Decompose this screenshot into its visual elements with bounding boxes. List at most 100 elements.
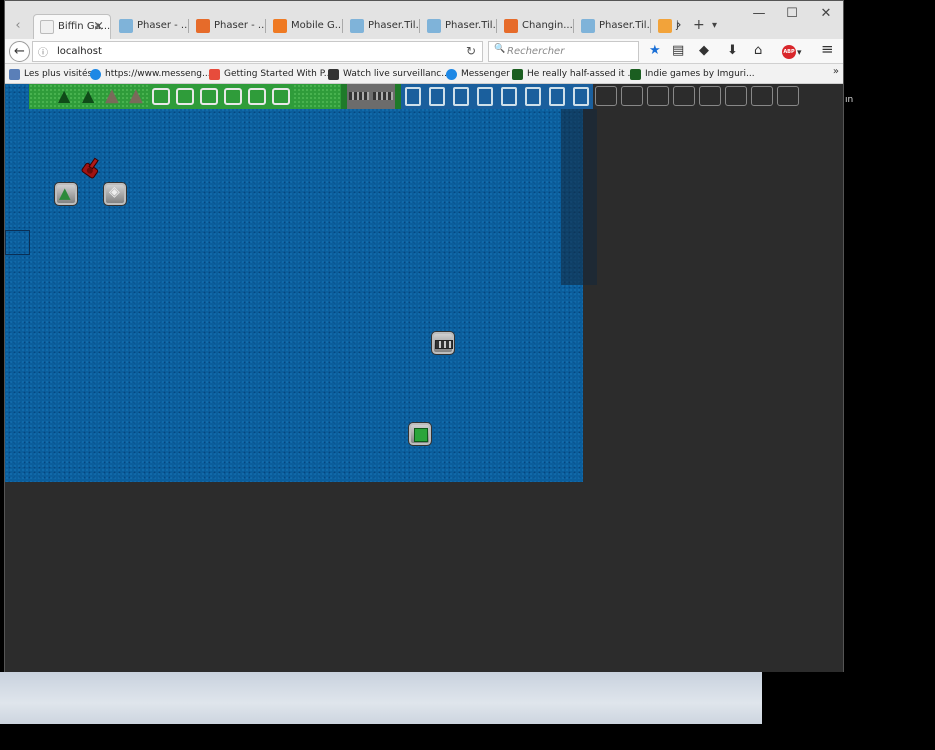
- tab-phaser-2[interactable]: Phaser - ...: [190, 14, 264, 39]
- search-input[interactable]: 🔍 Rechercher: [488, 41, 639, 62]
- tab-phaser-tilemap-1[interactable]: Phaser.Til...: [344, 14, 418, 39]
- tile-mountain[interactable]: [101, 84, 125, 109]
- tree-tool-button[interactable]: [54, 182, 78, 206]
- bookmark-most-visited[interactable]: Les plus visités: [9, 67, 92, 81]
- tile-water-road[interactable]: [497, 84, 521, 109]
- list-all-tabs-button[interactable]: ▾: [712, 20, 717, 31]
- tile-grass[interactable]: [293, 84, 317, 109]
- bookmarks-toolbar: Les plus visités https://www.messeng... …: [5, 64, 843, 84]
- reload-icon[interactable]: ↻: [466, 44, 476, 58]
- url-bar[interactable]: ⓘ localhost ↻: [32, 41, 483, 62]
- game-canvas[interactable]: [5, 84, 583, 482]
- home-icon[interactable]: ⌂: [754, 44, 762, 58]
- bookmark-label: https://www.messeng...: [105, 69, 211, 79]
- tab-separator: [419, 19, 420, 33]
- phaser-icon: [427, 19, 441, 33]
- plus-icon: [209, 69, 220, 80]
- html5-icon: [504, 19, 518, 33]
- tile-road[interactable]: [149, 84, 173, 109]
- tile-water-road[interactable]: [569, 84, 593, 109]
- tile-road[interactable]: [221, 84, 245, 109]
- tile-water-road[interactable]: [425, 84, 449, 109]
- tab-mobile-game[interactable]: Mobile G...: [267, 14, 341, 39]
- tile-outline[interactable]: [647, 86, 669, 106]
- tile-mountain[interactable]: [125, 84, 149, 109]
- page-viewport: [5, 84, 843, 672]
- bookmark-indie-games[interactable]: Indie games by Imguri...: [630, 67, 755, 81]
- adblock-menu-icon[interactable]: ▾: [797, 46, 802, 60]
- background-window-text: ın: [845, 95, 854, 105]
- tile-grass[interactable]: [317, 84, 341, 109]
- tile-tree[interactable]: [53, 84, 77, 109]
- tile-outline[interactable]: [751, 86, 773, 106]
- tab-label: Phaser.Til...: [368, 20, 418, 31]
- bookmark-star-icon[interactable]: ★: [649, 44, 661, 58]
- tab-changing[interactable]: Changin...: [498, 14, 572, 39]
- phaser-icon: [581, 19, 595, 33]
- download-icon[interactable]: ⬇: [727, 44, 738, 58]
- tile-outline[interactable]: [621, 86, 643, 106]
- tabs-scroll-right-button[interactable]: ›: [676, 17, 682, 33]
- navigation-toolbar: ← ⓘ localhost ↻ 🔍 Rechercher ★ ▤ ◆ ⬇ ⌂ A…: [5, 39, 843, 64]
- reading-list-icon[interactable]: ▤: [672, 44, 684, 58]
- imgur-icon: [630, 69, 641, 80]
- tile-bridge[interactable]: [371, 84, 395, 109]
- new-tab-button[interactable]: +: [693, 17, 705, 33]
- tab-separator: [188, 19, 189, 33]
- bridge-tool-button[interactable]: [431, 331, 455, 355]
- tile-outline[interactable]: [725, 86, 747, 106]
- tab-biffin-game[interactable]: Biffin Ga... ×: [33, 14, 111, 39]
- tab-label: Phaser.Til...: [599, 20, 649, 31]
- tank-sprite[interactable]: [79, 156, 103, 182]
- grass-tool-button[interactable]: [408, 422, 432, 446]
- tab-phaser-tilemap-3[interactable]: Phaser.Til...: [575, 14, 649, 39]
- close-window-button[interactable]: ✕: [816, 5, 836, 23]
- tab-label: Phaser - ...: [137, 20, 187, 31]
- tile-outline[interactable]: [699, 86, 721, 106]
- messenger-icon: [90, 69, 101, 80]
- tab-separator: [342, 19, 343, 33]
- tile-water-road[interactable]: [449, 84, 473, 109]
- tile-palette-outline: [591, 84, 806, 109]
- blogger-icon: [273, 19, 287, 33]
- tile-outline[interactable]: [673, 86, 695, 106]
- bookmark-surveillance[interactable]: Watch live surveillanc...: [328, 67, 450, 81]
- tab-phaser-tilemap-2[interactable]: Phaser.Til...: [421, 14, 495, 39]
- tile-tree[interactable]: [77, 84, 101, 109]
- bookmark-messenger-url[interactable]: https://www.messeng...: [90, 67, 211, 81]
- tile-selection-cursor: [5, 230, 30, 255]
- tile-road[interactable]: [197, 84, 221, 109]
- maximize-button[interactable]: ☐: [782, 5, 802, 23]
- tile-road[interactable]: [269, 84, 293, 109]
- adblock-icon[interactable]: ABP: [782, 45, 796, 59]
- camera-icon: [328, 69, 339, 80]
- tab-label: Phaser.Til...: [445, 20, 495, 31]
- pocket-icon[interactable]: ◆: [699, 44, 709, 58]
- bookmark-getting-started[interactable]: Getting Started With P...: [209, 67, 332, 81]
- tab-separator: [573, 19, 574, 33]
- tile-water-road[interactable]: [473, 84, 497, 109]
- more-bookmarks-button[interactable]: »: [833, 66, 839, 77]
- back-button[interactable]: ←: [9, 41, 30, 62]
- tab-strip: ‹ Biffin Ga... × Phaser - ... Phaser - .…: [5, 1, 843, 39]
- tile-water-road[interactable]: [521, 84, 545, 109]
- close-tab-icon[interactable]: ×: [93, 15, 104, 39]
- page-icon: [40, 20, 54, 34]
- url-text[interactable]: localhost: [57, 46, 102, 57]
- bookmark-half-assed[interactable]: He really half-assed it ...: [512, 67, 636, 81]
- site-info-icon[interactable]: ⓘ: [38, 44, 48, 59]
- bookmark-messenger[interactable]: Messenger: [446, 67, 510, 81]
- tile-bridge[interactable]: [347, 84, 371, 109]
- tabs-scroll-left-button[interactable]: ‹: [9, 17, 27, 35]
- tile-road[interactable]: [173, 84, 197, 109]
- eraser-tool-button[interactable]: [103, 182, 127, 206]
- tile-outline[interactable]: [777, 86, 799, 106]
- tile-water-road[interactable]: [545, 84, 569, 109]
- hamburger-menu-icon[interactable]: ≡: [821, 42, 834, 57]
- tile-water-road[interactable]: [401, 84, 425, 109]
- tile-outline[interactable]: [595, 86, 617, 106]
- minimize-button[interactable]: —: [749, 5, 769, 23]
- tile-grass[interactable]: [29, 84, 53, 109]
- tile-road[interactable]: [245, 84, 269, 109]
- tab-phaser-1[interactable]: Phaser - ...: [113, 14, 187, 39]
